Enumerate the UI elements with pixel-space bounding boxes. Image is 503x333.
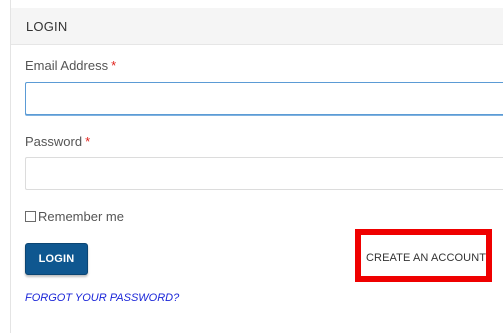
remember-me-checkbox[interactable] bbox=[25, 210, 36, 222]
password-label: Password * bbox=[25, 134, 90, 149]
email-label: Email Address * bbox=[25, 58, 116, 73]
remember-me[interactable]: Remember me bbox=[25, 208, 124, 224]
remember-me-label: Remember me bbox=[38, 208, 124, 224]
password-label-text: Password bbox=[25, 134, 83, 149]
create-account-link[interactable]: CREATE AN ACCOUNT bbox=[366, 252, 486, 264]
login-button[interactable]: LOGIN bbox=[25, 243, 88, 275]
email-required-marker: * bbox=[111, 58, 117, 73]
forgot-password-link[interactable]: FORGOT YOUR PASSWORD? bbox=[25, 292, 179, 304]
password-input[interactable] bbox=[25, 157, 503, 190]
password-required-marker: * bbox=[85, 134, 91, 149]
login-page: LOGIN Email Address * Password * Remember … bbox=[0, 0, 503, 333]
email-label-text: Email Address bbox=[25, 58, 109, 73]
panel-title: LOGIN bbox=[26, 19, 68, 34]
email-input[interactable] bbox=[25, 82, 503, 115]
panel-header: LOGIN bbox=[11, 8, 503, 45]
